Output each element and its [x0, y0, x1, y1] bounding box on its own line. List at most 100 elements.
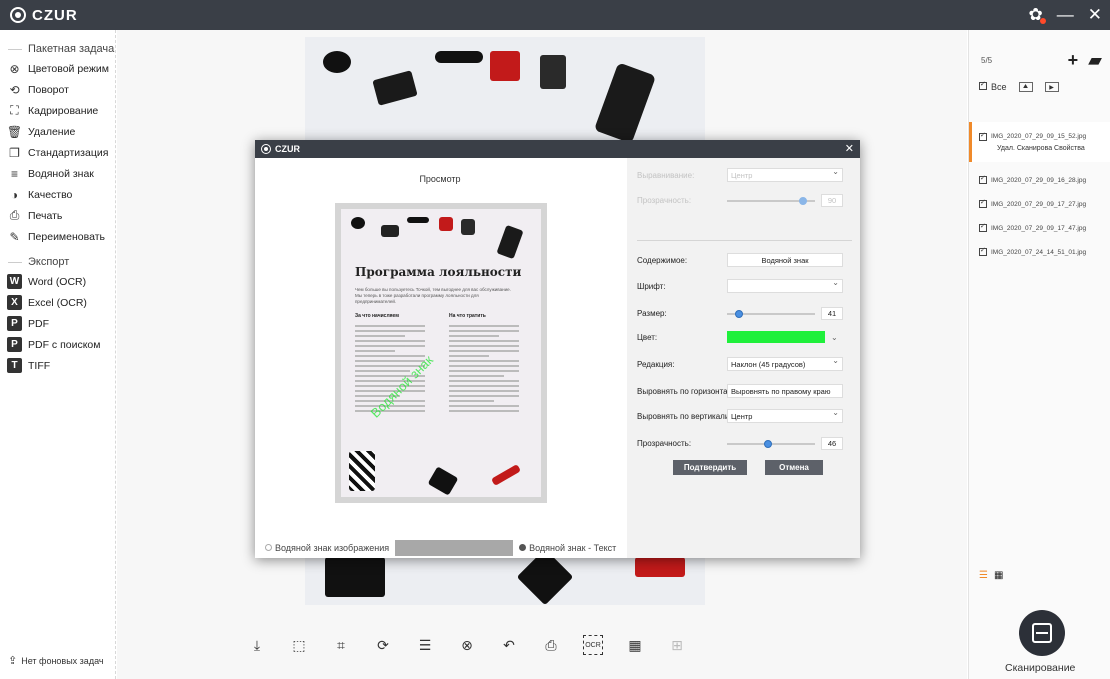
opacity-label: Прозрачность:: [637, 439, 692, 448]
menu-item-rotate[interactable]: ⟲ Поворот: [0, 79, 115, 100]
opacity-label-disabled: Прозрачность:: [637, 196, 692, 205]
color-icon[interactable]: ⊗: [457, 635, 477, 655]
file-item[interactable]: IMG_2020_07_29_09_17_27.jpg: [969, 192, 1110, 216]
left-sidebar: Пакетная задача ⊗ Цветовой режим ⟲ Поворот ⛶…: [0, 30, 116, 679]
cancel-button[interactable]: Отмена: [765, 460, 823, 475]
undo-icon[interactable]: ↶: [499, 635, 519, 655]
align-label: Выравнивание:: [637, 170, 695, 180]
file-actions[interactable]: Удал. Сканирова Свойства: [979, 145, 1085, 152]
qr-icon[interactable]: ▦: [625, 635, 645, 655]
doc-title: Программа лояльности: [355, 265, 522, 279]
file-item[interactable]: IMG_2020_07_29_09_15_52.jpg Удал. Сканиро…: [969, 122, 1110, 162]
menu-item-print[interactable]: ⎙ Печать: [0, 205, 115, 226]
menu-item-watermark[interactable]: ≡ Водяной знак: [0, 163, 115, 184]
export-item-word[interactable]: W Word (OCR): [0, 271, 115, 292]
file-checkbox[interactable]: [979, 131, 987, 141]
menu-item-crop[interactable]: ⛶ Кадрирование: [0, 100, 115, 121]
crop-icon[interactable]: ⌗: [331, 635, 351, 655]
file-item[interactable]: IMG_2020_07_29_09_17_47.jpg: [969, 216, 1110, 240]
file-checkbox[interactable]: [979, 174, 987, 184]
export-item-tiff[interactable]: T TIFF: [0, 355, 115, 376]
opacity-slider[interactable]: [727, 439, 815, 448]
image-watermark-radio[interactable]: Водяной знак изображения: [265, 543, 389, 553]
menu-item-color-mode[interactable]: ⊗ Цветовой режим: [0, 58, 115, 79]
rotate-icon[interactable]: ⟳: [373, 635, 393, 655]
doc-col2-heading: На что тратить: [449, 313, 486, 319]
pdf-icon: P: [7, 316, 22, 331]
confirm-button[interactable]: Подтвердить: [673, 460, 747, 475]
select-all-checkbox[interactable]: Все: [979, 80, 1007, 92]
select-icon[interactable]: ⬚: [289, 635, 309, 655]
fit-icon[interactable]: ⤓: [247, 635, 267, 655]
crop-icon: ⛶: [10, 103, 19, 117]
delete-icon: 🗑: [6, 124, 23, 139]
list-view-icon[interactable]: ☰: [979, 570, 988, 581]
export-item-pdf[interactable]: P PDF: [0, 313, 115, 334]
opacity-value-disabled[interactable]: 90: [821, 194, 843, 207]
halign-select[interactable]: Выровнять по правому краю: [727, 384, 843, 398]
menu-item-label: Водяной знак: [28, 167, 94, 180]
watermark-icon: ≡: [10, 166, 18, 181]
color-dropdown-icon[interactable]: ⌄: [831, 333, 838, 342]
opacity-value[interactable]: 46: [821, 437, 843, 450]
valign-select[interactable]: Центр: [727, 408, 843, 423]
file-checkbox[interactable]: [979, 222, 987, 232]
file-item[interactable]: IMG_2020_07_29_09_16_28.jpg: [969, 168, 1110, 192]
split-icon[interactable]: ⊞: [667, 635, 687, 655]
folder-icon[interactable]: ▰: [1088, 50, 1102, 71]
text-watermark-radio[interactable]: Водяной знак - Текст: [519, 543, 616, 553]
dialog-close-icon[interactable]: ✕: [845, 142, 854, 155]
color-swatch[interactable]: [727, 331, 825, 343]
font-select[interactable]: [727, 278, 843, 293]
print-icon[interactable]: ⎙: [541, 635, 561, 655]
color-mode-icon: ⊗: [9, 61, 20, 76]
grid-view-icon[interactable]: ▦: [994, 570, 1003, 581]
opacity-slider-disabled[interactable]: [727, 196, 815, 205]
file-checkbox[interactable]: [979, 246, 987, 256]
image-count: 5/5: [981, 56, 993, 65]
export-item-label: TIFF: [28, 359, 51, 372]
size-value[interactable]: 41: [821, 307, 843, 320]
file-name: IMG_2020_07_29_09_17_47.jpg: [991, 224, 1087, 232]
app-title: CZUR: [32, 6, 78, 24]
edit-select[interactable]: Наклон (45 градусов): [727, 356, 843, 371]
doc-intro: Чем больше вы пользуетесь Точкой, тем вы…: [355, 287, 511, 304]
slideshow-icon[interactable]: ▶: [1044, 82, 1059, 92]
watermark-dialog: CZUR ✕ Просмотр Программа лояльности Чем…: [255, 140, 860, 558]
menu-item-label: Переименовать: [28, 230, 105, 243]
batch-section-title: Пакетная задача: [0, 40, 115, 58]
preview-document: Программа лояльности Чем больше вы польз…: [335, 203, 547, 503]
export-item-pdf-search[interactable]: P PDF с поиском: [0, 334, 115, 355]
file-item[interactable]: IMG_2020_07_24_14_51_01.jpg: [969, 240, 1110, 264]
menu-item-standardize[interactable]: ❐ Стандартизация: [0, 142, 115, 163]
pdf-search-icon: P: [7, 337, 22, 352]
image-view-icon[interactable]: ⛰: [1018, 82, 1033, 92]
menu-item-rename[interactable]: ✎ Переименовать: [0, 226, 115, 247]
add-icon[interactable]: +: [1068, 50, 1079, 71]
logo-icon: [261, 144, 271, 154]
dialog-title-bar: CZUR ✕: [255, 140, 860, 158]
settings-gear-icon[interactable]: ✿: [1029, 5, 1046, 25]
file-checkbox[interactable]: [979, 198, 987, 208]
watermark-image-path[interactable]: [395, 540, 514, 556]
background-tasks-label: Нет фоновых задач: [21, 655, 104, 666]
ocr-icon[interactable]: OCR: [583, 635, 603, 655]
menu-item-label: Цветовой режим: [28, 62, 110, 75]
close-icon[interactable]: ✕: [1088, 5, 1102, 25]
menu-item-delete[interactable]: 🗑 Удаление: [0, 121, 115, 142]
adjust-icon[interactable]: ☰: [415, 635, 435, 655]
minimize-icon[interactable]: —: [1057, 5, 1074, 25]
size-slider[interactable]: [727, 309, 815, 318]
scan-label: Сканирование: [1005, 662, 1076, 674]
scan-button[interactable]: [1019, 610, 1065, 656]
menu-item-label: Печать: [28, 209, 63, 222]
menu-item-label: Удаление: [28, 125, 76, 138]
quality-icon: ◑: [10, 187, 19, 202]
menu-item-quality[interactable]: ◑ Качество: [0, 184, 115, 205]
file-name: IMG_2020_07_29_09_16_28.jpg: [991, 176, 1087, 184]
align-select[interactable]: Центр: [727, 167, 843, 182]
content-input[interactable]: Водяной знак: [727, 253, 843, 267]
background-tasks[interactable]: ⇪ Нет фоновых задач: [8, 654, 104, 667]
size-label: Размер:: [637, 309, 667, 318]
export-item-excel[interactable]: X Excel (OCR): [0, 292, 115, 313]
